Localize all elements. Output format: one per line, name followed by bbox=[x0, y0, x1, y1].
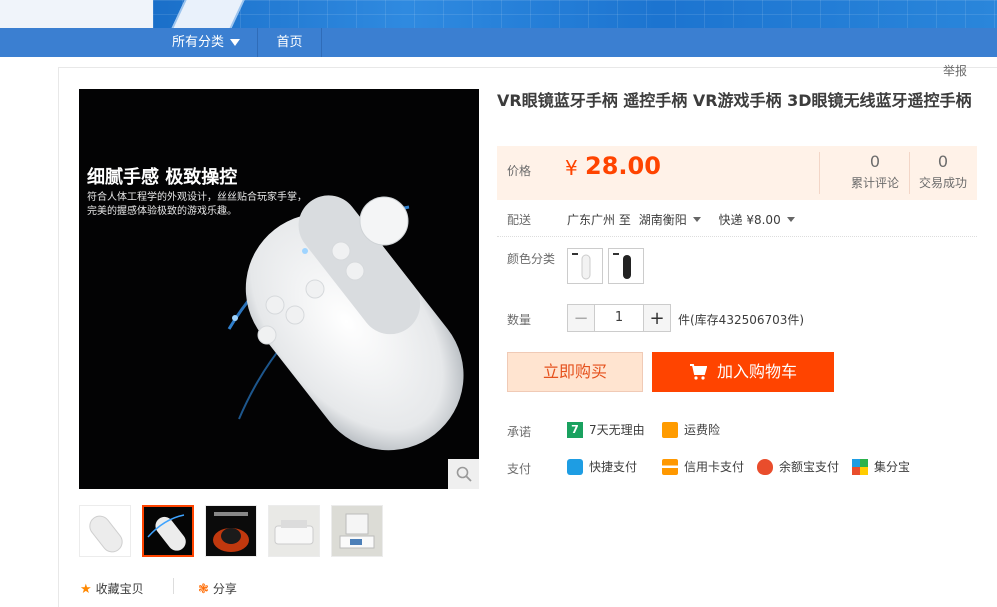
payment-credit-label: 信用卡支付 bbox=[684, 460, 745, 474]
nav-all-categories[interactable]: 所有分类 bbox=[158, 28, 258, 57]
jifenbao-icon bbox=[852, 458, 868, 475]
ship-method-selector[interactable]: 快递 ¥8.00 bbox=[719, 213, 801, 227]
ship-to: 湖南衡阳 bbox=[638, 213, 687, 227]
add-to-cart-label: 加入购物车 bbox=[717, 362, 798, 381]
promise-7day-label: 7天无理由 bbox=[589, 423, 645, 437]
caret-down-icon bbox=[692, 217, 701, 222]
payment-quick-label: 快捷支付 bbox=[589, 460, 638, 474]
minus-icon: − bbox=[573, 307, 589, 329]
ship-method: 快递 ¥8.00 bbox=[718, 213, 781, 227]
price-currency: ¥ bbox=[565, 156, 578, 180]
stat-reviews[interactable]: 0 累计评论 bbox=[837, 152, 913, 191]
controller-illustration bbox=[227, 195, 464, 451]
insurance-icon bbox=[662, 421, 678, 438]
top-banner bbox=[0, 0, 997, 28]
thumbnail-3[interactable] bbox=[205, 505, 257, 557]
quantity-increase-button[interactable]: + bbox=[643, 304, 671, 332]
stat-divider bbox=[909, 152, 910, 194]
quick-pay-icon bbox=[567, 458, 583, 475]
payment-jifenbao-label: 集分宝 bbox=[874, 460, 911, 474]
promise-insurance-label: 运费险 bbox=[684, 423, 721, 437]
caret-down-icon bbox=[230, 39, 241, 46]
plus-icon: + bbox=[649, 307, 665, 329]
product-title: VR眼镜蓝牙手柄 遥控手柄 VR游戏手柄 3D眼镜无线蓝牙遥控手柄 bbox=[497, 91, 972, 110]
action-divider bbox=[173, 578, 174, 594]
thumbnail-1[interactable] bbox=[79, 505, 131, 557]
credit-card-icon bbox=[662, 458, 678, 475]
cart-icon bbox=[690, 364, 707, 380]
color-label: 颜色分类 bbox=[507, 252, 556, 266]
share-label: 分享 bbox=[212, 582, 237, 596]
seven-day-icon: 7 bbox=[567, 421, 583, 438]
price-value: 28.00 bbox=[585, 152, 661, 180]
nav-bar: 所有分类 首页 bbox=[0, 28, 997, 57]
color-option-white[interactable] bbox=[567, 248, 603, 284]
magnifier-icon bbox=[456, 466, 472, 482]
money-bag-icon bbox=[757, 458, 773, 475]
promise-label: 承诺 bbox=[507, 425, 532, 439]
nav-all-categories-label: 所有分类 bbox=[172, 35, 225, 50]
payment-credit-card[interactable]: 信用卡支付 bbox=[662, 458, 744, 475]
thumbnail-5[interactable] bbox=[331, 505, 383, 557]
favorite-label: 收藏宝贝 bbox=[95, 582, 144, 596]
color-option-black[interactable] bbox=[608, 248, 644, 284]
payment-yuebao[interactable]: 余额宝支付 bbox=[757, 458, 839, 475]
promise-shipping-insurance[interactable]: 运费险 bbox=[662, 421, 720, 438]
main-product-image[interactable]: 细腻手感 极致操控 符合人体工程学的外观设计，丝丝贴合玩家手掌，完美的握感体验极… bbox=[79, 89, 479, 489]
stat-divider bbox=[819, 152, 820, 194]
sales-count: 0 bbox=[937, 152, 949, 171]
shipping-info: 广东广州 至 湖南衡阳 快递 ¥8.00 bbox=[567, 211, 801, 228]
ship-to-prefix: 至 bbox=[618, 213, 631, 227]
price-label: 价格 bbox=[507, 164, 532, 178]
quantity-decrease-button[interactable]: − bbox=[567, 304, 595, 332]
ship-from: 广东广州 bbox=[567, 213, 616, 227]
buy-now-button[interactable]: 立即购买 bbox=[507, 352, 643, 392]
divider bbox=[497, 236, 977, 237]
stat-sales[interactable]: 0 交易成功 bbox=[913, 152, 973, 191]
report-link[interactable]: 举报 bbox=[943, 62, 967, 79]
add-to-cart-button[interactable]: 加入购物车 bbox=[652, 352, 834, 392]
caret-down-icon bbox=[786, 217, 795, 222]
promise-7day[interactable]: 7 7天无理由 bbox=[567, 421, 645, 438]
payment-label: 支付 bbox=[507, 462, 532, 476]
banner-pattern bbox=[153, 0, 997, 28]
nav-home[interactable]: 首页 bbox=[258, 28, 322, 57]
ship-to-selector[interactable]: 湖南衡阳 bbox=[639, 213, 707, 227]
shipping-label: 配送 bbox=[507, 213, 532, 227]
thumbnail-4[interactable] bbox=[268, 505, 320, 557]
reviews-label: 累计评论 bbox=[850, 176, 899, 190]
quantity-input[interactable]: 1 bbox=[595, 304, 643, 332]
zoom-button[interactable] bbox=[448, 459, 479, 489]
price-box: 价格 ¥ 28.00 0 累计评论 0 交易成功 bbox=[497, 146, 977, 200]
share-icon: ❃ bbox=[198, 582, 209, 597]
payment-jifenbao[interactable]: 集分宝 bbox=[852, 458, 910, 475]
payment-yuebao-label: 余额宝支付 bbox=[779, 460, 840, 474]
payment-quick[interactable]: 快捷支付 bbox=[567, 458, 637, 475]
quantity-label: 数量 bbox=[507, 313, 532, 327]
reviews-count: 0 bbox=[869, 152, 881, 171]
share-button[interactable]: ❃ 分享 bbox=[198, 580, 237, 597]
favorite-button[interactable]: ★ 收藏宝贝 bbox=[80, 580, 144, 597]
stock-info: 件(库存432506703件) bbox=[678, 313, 805, 327]
star-icon: ★ bbox=[80, 582, 92, 597]
sales-label: 交易成功 bbox=[918, 176, 967, 190]
thumbnail-2[interactable] bbox=[142, 505, 194, 557]
